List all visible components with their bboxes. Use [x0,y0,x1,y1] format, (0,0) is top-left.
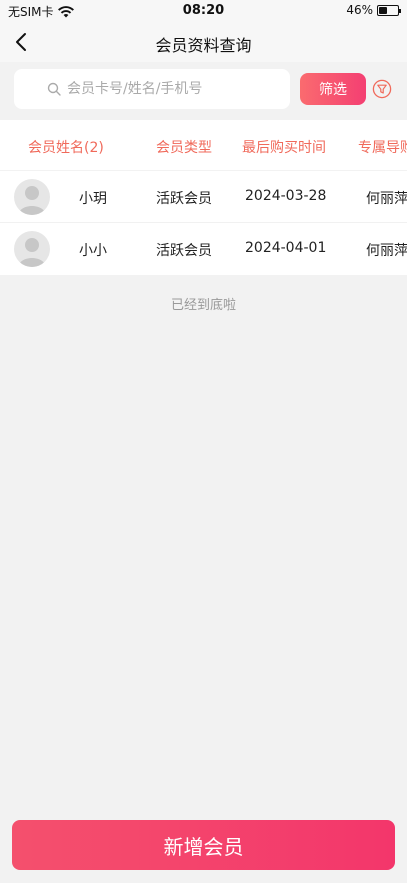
column-header-guide[interactable]: 专属导购 [358,137,407,157]
member-type: 活跃会员 [156,191,212,207]
search-field[interactable] [14,69,290,109]
column-header-name[interactable]: 会员姓名(2) [28,137,104,157]
search-bar: 筛选 [0,62,407,118]
column-header-type[interactable]: 会员类型 [156,137,212,157]
battery-icon [377,4,401,16]
battery-level [379,6,388,14]
avatar [14,231,50,267]
user-avatar-icon [18,186,46,215]
table-row[interactable]: 小小 活跃会员 2024-04-01 何丽萍 [0,223,407,275]
filter-button[interactable]: 筛选 [300,73,366,105]
table-header: 会员姓名(2) 会员类型 最后购买时间 专属导购 [0,120,407,170]
navigation-bar: 会员资料查询 [0,22,407,62]
search-icon [47,82,61,96]
add-member-button[interactable]: 新增会员 [12,820,395,870]
last-purchase-date: 2024-04-01 [245,240,327,256]
page-title: 会员资料查询 [155,36,252,55]
table-row[interactable]: 小玥 活跃会员 2024-03-28 何丽萍 [0,171,407,223]
column-header-last-purchase[interactable]: 最后购买时间 [242,137,326,157]
exclusive-guide: 何丽萍 [366,191,407,207]
avatar [14,179,50,215]
user-avatar-icon [18,238,46,267]
member-name: 小玥 [79,191,107,207]
last-purchase-date: 2024-03-28 [245,188,327,204]
battery-percent: 46% [346,3,373,17]
search-input[interactable] [67,81,227,97]
member-type: 活跃会员 [156,243,212,259]
member-name: 小小 [79,243,107,259]
status-bar: 无SIM卡 08:20 46% [0,0,407,22]
funnel-icon[interactable] [372,79,392,99]
exclusive-guide: 何丽萍 [366,243,407,259]
list-end-indicator: 已经到底啦 [170,298,236,313]
